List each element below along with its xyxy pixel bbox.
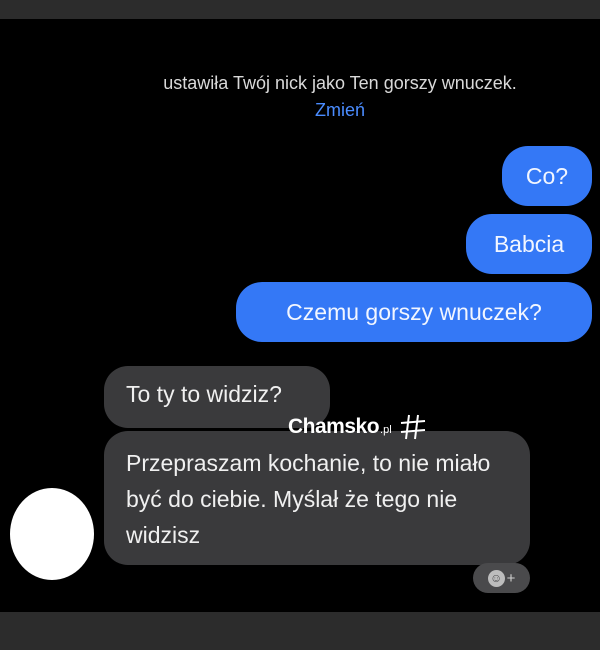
nickname-notice-text: ustawiła Twój nick jako Ten gorszy wnucz… xyxy=(163,73,517,93)
outgoing-message[interactable]: Co? xyxy=(502,146,592,206)
message-text: Przepraszam kochanie, to nie miało być d… xyxy=(126,450,491,548)
outgoing-message[interactable]: Babcia xyxy=(466,214,592,274)
outgoing-message[interactable]: Czemu gorszy wnuczek? xyxy=(236,282,592,342)
message-text: Babcia xyxy=(493,231,565,257)
plus-label: + xyxy=(506,569,516,587)
smiley-icon: ☺ xyxy=(487,569,505,587)
hashtag-icon xyxy=(400,414,425,440)
watermark: Chamsko .pl xyxy=(288,412,428,442)
add-reaction-button[interactable]: ☺ + xyxy=(473,563,530,593)
watermark-text: Chamsko xyxy=(288,415,380,438)
message-text: Czemu gorszy wnuczek? xyxy=(286,299,542,325)
change-nickname-link[interactable]: Zmień xyxy=(315,100,365,120)
top-bar xyxy=(0,0,600,19)
message-text: Co? xyxy=(525,163,569,189)
watermark-domain: .pl xyxy=(380,424,392,436)
message-text: To ty to widziz? xyxy=(126,381,282,407)
incoming-message[interactable]: Przepraszam kochanie, to nie miało być d… xyxy=(104,431,530,565)
bottom-bar xyxy=(0,612,600,650)
nickname-notice: ustawiła Twój nick jako Ten gorszy wnucz… xyxy=(150,70,530,124)
contact-avatar[interactable] xyxy=(10,488,94,580)
